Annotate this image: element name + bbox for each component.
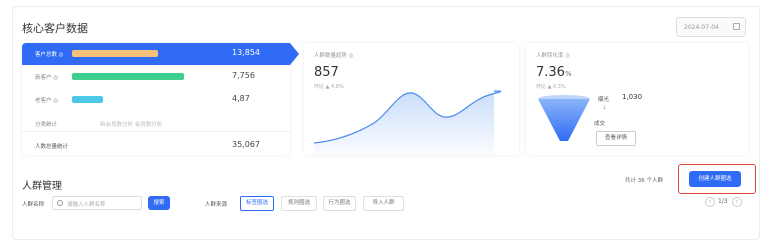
card-title: 人群转化率 ◎ (536, 53, 571, 59)
view-detail-button[interactable]: 查看详情 (596, 131, 636, 146)
metric-value: 13,854 (232, 48, 260, 57)
metric-label: 分类统计 (35, 122, 58, 128)
search-icon (57, 200, 63, 206)
metric-row-new[interactable]: 新客户 ◎ 7,756 (22, 66, 290, 88)
metric-bar (72, 73, 184, 80)
divider (22, 131, 290, 132)
trend-card: 人群数量趋势 ◎ 857 环比 ▲ 4.8% (304, 43, 519, 155)
metric-label: 老客户 ◎ (35, 98, 59, 104)
funnel-step1-value: 1,030 (622, 93, 643, 101)
crowd-count: 共计 36 个人群 (625, 178, 663, 184)
funnel-card: 人群转化率 ◎ 7.36% 环比 ▲ 0.3% 曝光 1,030 ↓ 成交 查看… (526, 43, 748, 155)
search-button[interactable]: 搜索 (148, 196, 170, 210)
metric-bar (72, 50, 158, 57)
crowd-search-input[interactable]: 请输入人群名称 (52, 196, 142, 210)
source-tab-behavior[interactable]: 行为圈选 (323, 196, 356, 211)
down-arrow-icon: ↓ (602, 105, 607, 111)
funnel-step1-label: 曝光 (598, 97, 610, 103)
search-placeholder: 请输入人群名称 (67, 202, 106, 208)
metric-label: 新客户 ◎ (35, 75, 59, 81)
selection-pointer (290, 43, 299, 65)
metric-row-total[interactable]: 客户总数 ◎ 13,854 (22, 43, 290, 65)
calendar-icon (733, 23, 740, 30)
section-title: 人群管理 (22, 181, 62, 192)
create-crowd-button[interactable]: 创建人群圈选 (689, 171, 741, 187)
metrics-list: 客户总数 ◎ 13,854 新客户 ◎ 7,756 老客户 ◎ 4,87 分类统… (22, 43, 290, 155)
metric-label: 客户总数 ◎ (35, 52, 64, 58)
page-title: 核心客户数据 (22, 22, 88, 35)
metric-bar (72, 96, 103, 103)
metric-value: 4,87 (232, 94, 250, 103)
metric-tags: 新会员数分析 会员数分析 (100, 122, 163, 128)
source-label: 人群来源 (205, 202, 228, 208)
source-tab-import[interactable]: 导入人群 (363, 196, 404, 211)
metric-row-old[interactable]: 老客户 ◎ 4,87 (22, 89, 290, 111)
trend-sparkline (313, 90, 502, 155)
next-page-button[interactable]: › (732, 197, 742, 207)
source-tab-rule[interactable]: 规则圈选 (281, 196, 317, 211)
metrics-total-value: 35,067 (232, 140, 260, 149)
metric-value: 7,756 (232, 71, 255, 80)
metrics-total-label: 人数总量统计 (35, 144, 69, 150)
date-value: 2024-07-04 (684, 24, 719, 31)
filter-name-label: 人群名称 (22, 202, 45, 208)
source-tab-tag[interactable]: 标签圈选 (240, 196, 274, 211)
conversion-value: 7.36% (536, 65, 572, 80)
prev-page-button[interactable]: ‹ (705, 197, 715, 207)
page-indicator: 1/3 (718, 198, 728, 205)
date-picker[interactable]: 2024-07-04 (676, 17, 746, 37)
funnel-icon (538, 95, 590, 141)
conversion-change: 环比 ▲ 0.3% (536, 84, 566, 90)
funnel-step2-label: 成交 (594, 121, 606, 127)
